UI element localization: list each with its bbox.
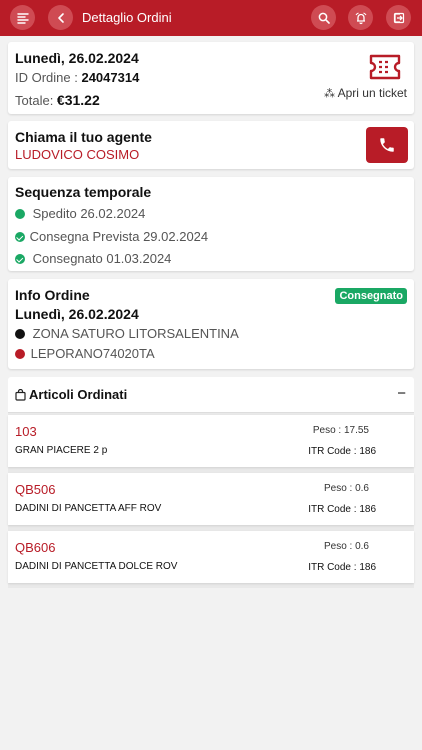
article-weight: Peso : 17.55: [312, 425, 369, 436]
check-circle-icon: [15, 232, 25, 242]
article-name: DADINI DI PANCETTA AFF ROV: [15, 503, 162, 514]
info-date: Lunedì, 26.02.2024: [15, 306, 139, 322]
order-id-value: 24047314: [81, 70, 140, 85]
destination-dot-icon: [15, 349, 25, 359]
check-circle-icon: [15, 254, 25, 264]
timeline-card: Sequenza temporale Spedito 26.02.2024 Co…: [8, 177, 414, 271]
list-item[interactable]: QB606 DADINI DI PANCETTA DOLCE ROV Peso …: [8, 531, 414, 583]
agent-card: Chiama il tuo agente LUDOVICO COSIMO: [8, 121, 414, 169]
phone-icon: [380, 138, 394, 152]
timeline-item-expected: Consegna Prevista 29.02.2024: [15, 229, 208, 244]
info-origin: ZONA SATURO LITORSALENTINA: [15, 326, 239, 341]
article-itr: ITR Code : 186: [308, 562, 376, 573]
articles-title: Articoli Ordinati: [29, 387, 128, 402]
app-header: Dettaglio Ordini: [0, 0, 422, 36]
search-icon: [318, 12, 330, 24]
open-ticket-link[interactable]: ⁂ Apri un ticket: [324, 86, 407, 100]
order-id-label: ID Ordine : 24047314: [15, 70, 140, 85]
info-title: Info Ordine: [15, 287, 90, 303]
article-name: DADINI DI PANCETTA DOLCE ROV: [15, 561, 178, 572]
list-item[interactable]: 103 GRAN PIACERE 2 p Peso : 17.55 ITR Co…: [8, 415, 414, 467]
article-weight: Peso : 0.6: [323, 541, 369, 552]
logout-icon: [393, 12, 404, 23]
article-code: 103: [15, 424, 37, 439]
agent-name: LUDOVICO COSIMO: [15, 147, 140, 162]
status-badge: Consegnato: [335, 288, 407, 304]
bag-icon: [15, 389, 26, 401]
order-date: Lunedì, 26.02.2024: [15, 50, 139, 66]
article-code: QB506: [15, 482, 56, 497]
ticket-button-icon-wrap[interactable]: [368, 53, 402, 86]
articles-header[interactable]: Articoli Ordinati −: [8, 377, 414, 413]
logout-button[interactable]: [386, 5, 411, 30]
order-total-value: €31.22: [56, 92, 100, 108]
timeline-title: Sequenza temporale: [15, 184, 152, 200]
article-weight: Peso : 0.6: [323, 483, 369, 494]
article-itr: ITR Code : 186: [308, 446, 376, 457]
timeline-item-shipped: Spedito 26.02.2024: [15, 206, 145, 221]
back-button[interactable]: [48, 5, 73, 30]
back-icon: [57, 12, 64, 23]
page-title: Dettaglio Ordini: [82, 10, 172, 25]
call-agent-button[interactable]: [366, 127, 408, 163]
article-name: GRAN PIACERE 2 p: [15, 445, 108, 456]
order-summary-card: Lunedì, 26.02.2024 ID Ordine : 24047314 …: [8, 42, 414, 114]
article-itr: ITR Code : 186: [308, 504, 376, 515]
notifications-button[interactable]: [348, 5, 373, 30]
info-destination: LEPORANO74020TA: [15, 346, 155, 361]
ticket-icon: [369, 54, 401, 80]
timeline-item-delivered: Consegnato 01.03.2024: [15, 251, 171, 266]
collapse-icon[interactable]: −: [397, 385, 406, 402]
menu-button[interactable]: [10, 5, 35, 30]
sparkle-icon: ⁂: [323, 88, 335, 100]
order-info-card: Info Ordine Consegnato Lunedì, 26.02.202…: [8, 279, 414, 369]
order-total-label: Totale: €31.22: [15, 92, 100, 108]
articles-list: 103 GRAN PIACERE 2 p Peso : 17.55 ITR Co…: [8, 413, 414, 588]
agent-title: Chiama il tuo agente: [15, 129, 152, 145]
bell-icon: [355, 11, 366, 24]
search-button[interactable]: [311, 5, 336, 30]
status-dot-icon: [15, 209, 25, 219]
list-item[interactable]: QB506 DADINI DI PANCETTA AFF ROV Peso : …: [8, 473, 414, 525]
menu-icon: [16, 12, 29, 24]
article-code: QB606: [15, 540, 56, 555]
origin-dot-icon: [15, 329, 25, 339]
